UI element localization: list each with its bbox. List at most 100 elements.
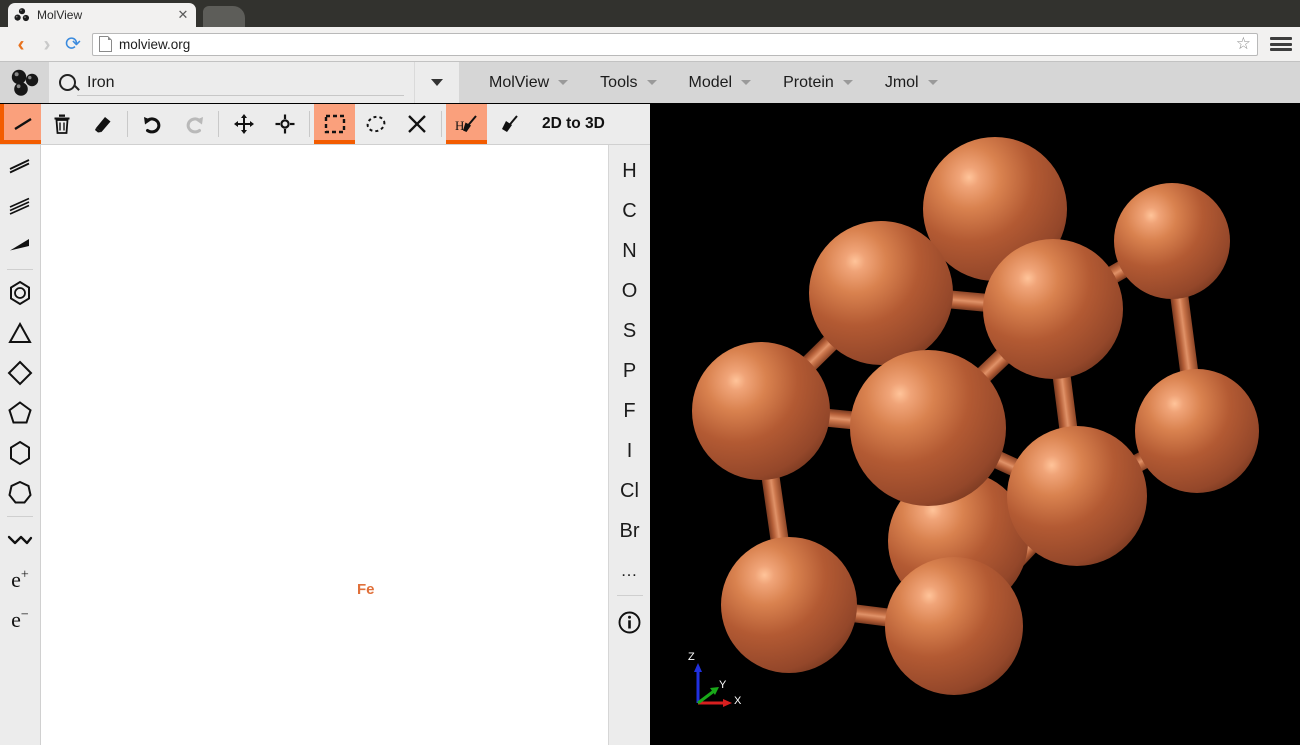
browser-tab-strip: MolView ✕ [0, 0, 1300, 27]
browser-tab-title: MolView [37, 8, 83, 22]
forward-button[interactable]: › [34, 31, 60, 57]
molview-top-bar: Iron MolView Tools Model Protein Jmol [0, 62, 1300, 104]
rectangle-select-icon [324, 114, 345, 134]
drag-tool[interactable] [223, 104, 264, 144]
menu-label: Jmol [884, 73, 919, 91]
eraser-tool[interactable] [82, 104, 123, 144]
ring-5-tool[interactable] [0, 393, 41, 433]
atom-sphere[interactable] [885, 557, 1023, 695]
svg-text:H: H [455, 118, 464, 133]
atom-sphere[interactable] [809, 221, 953, 365]
jmol-3d-viewer[interactable]: Z Y X [650, 104, 1300, 745]
atom-sphere[interactable] [983, 239, 1123, 379]
bond-single-tool[interactable] [0, 104, 41, 144]
triangle-ring-icon [8, 321, 32, 343]
palette-divider [616, 595, 643, 596]
menu-molview[interactable]: MolView [473, 62, 584, 103]
charge-negative-tool[interactable]: e− [0, 600, 41, 640]
charge-positive-tool[interactable]: e+ [0, 560, 41, 600]
element-P[interactable]: P [609, 351, 650, 391]
sketch-atom-label[interactable]: Fe [357, 581, 375, 598]
chevron-down-icon [646, 80, 657, 85]
deselect-tool[interactable] [396, 104, 437, 144]
move-arrows-icon [233, 114, 254, 134]
back-arrow-icon: ‹ [17, 32, 25, 56]
undo-tool[interactable] [132, 104, 173, 144]
element-I[interactable]: I [609, 431, 650, 471]
menu-bar: MolView Tools Model Protein Jmol [459, 62, 954, 103]
ring-4-tool[interactable] [0, 353, 41, 393]
menu-model[interactable]: Model [673, 62, 768, 103]
chain-tool[interactable] [0, 520, 41, 560]
redo-tool[interactable] [173, 104, 214, 144]
ring-benzene-tool[interactable] [0, 273, 41, 313]
sketcher-pane: H 2D to 3D e+ e− Fe H C N O S P F I Cl B… [0, 104, 650, 745]
sketcher-toolbar: H 2D to 3D [0, 104, 650, 145]
rail-divider [7, 516, 33, 517]
page-document-icon [99, 36, 112, 52]
axis-label-z: Z [688, 651, 695, 663]
clear-tool[interactable] [41, 104, 82, 144]
triple-bond-icon [9, 197, 30, 215]
search-dropdown-button[interactable] [414, 62, 459, 103]
clean-tool[interactable] [487, 104, 528, 144]
element-H[interactable]: H [609, 151, 650, 191]
atom-sphere[interactable] [1007, 426, 1147, 566]
element-S[interactable]: S [609, 311, 650, 351]
url-bar[interactable]: molview.org ☆ [92, 32, 1258, 56]
element-more-button[interactable]: … [609, 551, 650, 591]
browser-tab[interactable]: MolView ✕ [8, 3, 196, 27]
atom-sphere[interactable] [850, 350, 1006, 506]
chevron-down-icon [431, 79, 443, 86]
url-text: molview.org [119, 36, 191, 52]
atom-sphere[interactable] [721, 537, 857, 673]
element-O[interactable]: O [609, 271, 650, 311]
pentagon-ring-icon [8, 401, 32, 424]
chevron-down-icon [842, 80, 853, 85]
center-tool[interactable] [264, 104, 305, 144]
drawing-tool-rail: e+ e− [0, 145, 41, 745]
convert-2d-to-3d-button[interactable]: 2D to 3D [528, 104, 619, 144]
search-underline [77, 95, 404, 96]
sketcher-canvas[interactable]: Fe [41, 145, 609, 745]
new-tab-button[interactable] [203, 6, 245, 27]
hexagon-ring-icon [10, 440, 30, 466]
broom-icon [501, 115, 518, 132]
bond-double-tool[interactable] [0, 146, 41, 186]
info-circle-icon[interactable] [609, 602, 650, 642]
atom-sphere[interactable] [1135, 369, 1259, 493]
search-input[interactable]: Iron [49, 62, 414, 103]
back-button[interactable]: ‹ [8, 31, 34, 57]
charge-positive-label: e+ [11, 567, 29, 592]
target-crosshair-icon [275, 114, 294, 134]
undo-icon [143, 117, 160, 134]
atom-sphere[interactable] [692, 342, 830, 480]
heptagon-ring-icon [8, 480, 32, 504]
molview-molecule-logo[interactable] [0, 62, 49, 103]
element-Br[interactable]: Br [609, 511, 650, 551]
element-C[interactable]: C [609, 191, 650, 231]
bond-wedge-tool[interactable] [0, 226, 41, 266]
reload-button[interactable]: ⟳ [60, 31, 86, 57]
chevron-down-icon [927, 80, 938, 85]
element-F[interactable]: F [609, 391, 650, 431]
menu-jmol[interactable]: Jmol [869, 62, 954, 103]
search-icon [59, 74, 76, 91]
element-Cl[interactable]: Cl [609, 471, 650, 511]
browser-navigation-bar: ‹ › ⟳ molview.org ☆ [0, 27, 1300, 62]
rect-select-tool[interactable] [314, 104, 355, 144]
atom-sphere[interactable] [1114, 183, 1230, 299]
bond-triple-tool[interactable] [0, 186, 41, 226]
lasso-select-tool[interactable] [355, 104, 396, 144]
element-N[interactable]: N [609, 231, 650, 271]
ring-6-tool[interactable] [0, 433, 41, 473]
close-icon[interactable]: ✕ [176, 7, 190, 23]
ring-3-tool[interactable] [0, 313, 41, 353]
menu-protein[interactable]: Protein [767, 62, 869, 103]
hamburger-menu-icon[interactable] [1270, 35, 1292, 53]
clean-hydrogens-tool[interactable]: H [446, 104, 487, 144]
star-icon[interactable]: ☆ [1236, 34, 1251, 54]
menu-label: Protein [783, 73, 834, 91]
menu-tools[interactable]: Tools [584, 62, 672, 103]
ring-7-tool[interactable] [0, 473, 41, 513]
